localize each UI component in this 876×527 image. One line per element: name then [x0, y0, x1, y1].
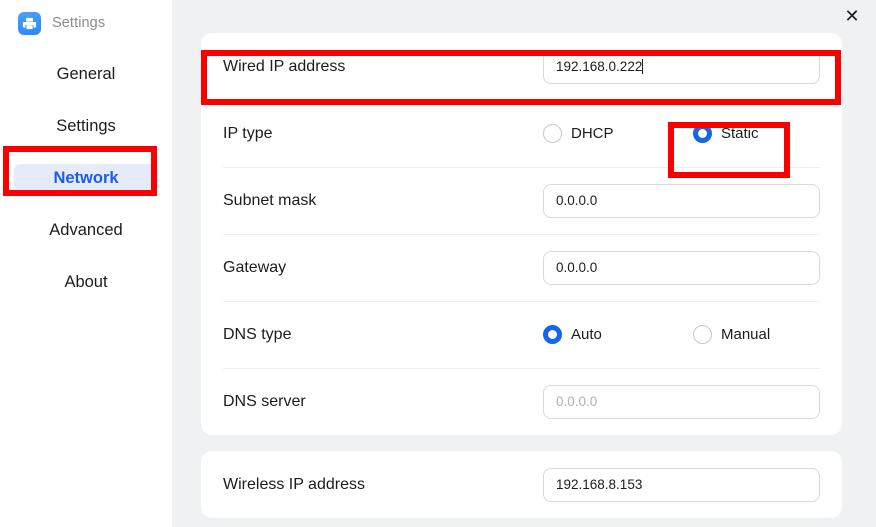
sidebar-item-label: Settings — [56, 116, 116, 135]
wireless-network-card: Wireless IP address 192.168.8.153 — [201, 451, 842, 518]
sidebar-item-about[interactable]: About — [14, 268, 158, 296]
radio-label: Manual — [721, 326, 771, 343]
sidebar-item-settings[interactable]: Settings — [14, 112, 158, 140]
radio-label: Static — [721, 125, 759, 142]
row-dns-type: DNS type Auto Manual — [223, 301, 820, 368]
radio-dns-type-manual[interactable]: Manual — [693, 325, 770, 344]
radio-dns-type-auto[interactable]: Auto — [543, 325, 693, 344]
wired-ip-value: 192.168.0.222 — [556, 59, 643, 74]
sidebar-nav: General Settings Network Advanced About — [0, 60, 172, 320]
sidebar-item-label: General — [56, 64, 116, 83]
sidebar-item-network[interactable]: Network — [14, 164, 158, 192]
gateway-value: 0.0.0.0 — [556, 260, 598, 275]
sidebar-item-label: Advanced — [49, 220, 123, 239]
dns-server-label: DNS server — [223, 392, 306, 410]
radio-ip-type-dhcp[interactable]: DHCP — [543, 124, 693, 143]
subnet-mask-label: Subnet mask — [223, 191, 317, 209]
text-caret — [642, 59, 644, 74]
wired-network-card: Wired IP address 192.168.0.222 IP type D… — [201, 33, 842, 435]
row-dns-server: DNS server 0.0.0.0 — [223, 368, 820, 435]
sidebar-item-label: Network — [53, 168, 119, 187]
row-gateway: Gateway 0.0.0.0 — [223, 234, 820, 301]
ip-type-radio-group: DHCP Static — [543, 124, 759, 143]
gateway-label: Gateway — [223, 258, 287, 276]
radio-label: Auto — [571, 326, 602, 343]
wired-ip-label: Wired IP address — [223, 57, 346, 75]
app-title: Settings — [52, 15, 106, 31]
subnet-mask-value: 0.0.0.0 — [556, 193, 598, 208]
sidebar-item-label: About — [64, 272, 108, 291]
radio-on-icon — [543, 325, 562, 344]
printer-icon — [18, 11, 41, 35]
radio-on-icon — [693, 124, 712, 143]
row-wired-ip-address: Wired IP address 192.168.0.222 — [223, 33, 820, 100]
dns-type-radio-group: Auto Manual — [543, 325, 770, 344]
wireless-ip-input[interactable]: 192.168.8.153 — [543, 467, 820, 502]
wireless-ip-label: Wireless IP address — [223, 475, 365, 493]
row-wireless-ip-address: Wireless IP address 192.168.8.153 — [223, 451, 820, 518]
settings-window: Settings General Settings Network Advanc… — [0, 0, 876, 527]
subnet-mask-input[interactable]: 0.0.0.0 — [543, 183, 820, 218]
dns-server-value: 0.0.0.0 — [556, 394, 598, 409]
ip-type-label: IP type — [223, 124, 273, 142]
radio-off-icon — [543, 124, 562, 143]
close-icon[interactable]: ✕ — [837, 2, 867, 30]
sidebar: Settings General Settings Network Advanc… — [0, 0, 172, 527]
content-area: ✕ Wired IP address 192.168.0.222 IP type — [172, 0, 876, 527]
app-brand: Settings — [0, 0, 172, 38]
radio-off-icon — [693, 325, 712, 344]
title-bar: ✕ — [172, 0, 876, 33]
radio-ip-type-static[interactable]: Static — [693, 124, 759, 143]
dns-type-label: DNS type — [223, 325, 292, 343]
gateway-input[interactable]: 0.0.0.0 — [543, 250, 820, 285]
settings-scroll-area[interactable]: Wired IP address 192.168.0.222 IP type D… — [172, 33, 876, 518]
sidebar-item-advanced[interactable]: Advanced — [14, 216, 158, 244]
dns-server-input[interactable]: 0.0.0.0 — [543, 384, 820, 419]
row-subnet-mask: Subnet mask 0.0.0.0 — [223, 167, 820, 234]
sidebar-item-general[interactable]: General — [14, 60, 158, 88]
radio-label: DHCP — [571, 125, 614, 142]
row-ip-type: IP type DHCP Static — [223, 100, 820, 167]
wired-ip-input[interactable]: 192.168.0.222 — [543, 49, 820, 84]
wireless-ip-value: 192.168.8.153 — [556, 477, 643, 492]
